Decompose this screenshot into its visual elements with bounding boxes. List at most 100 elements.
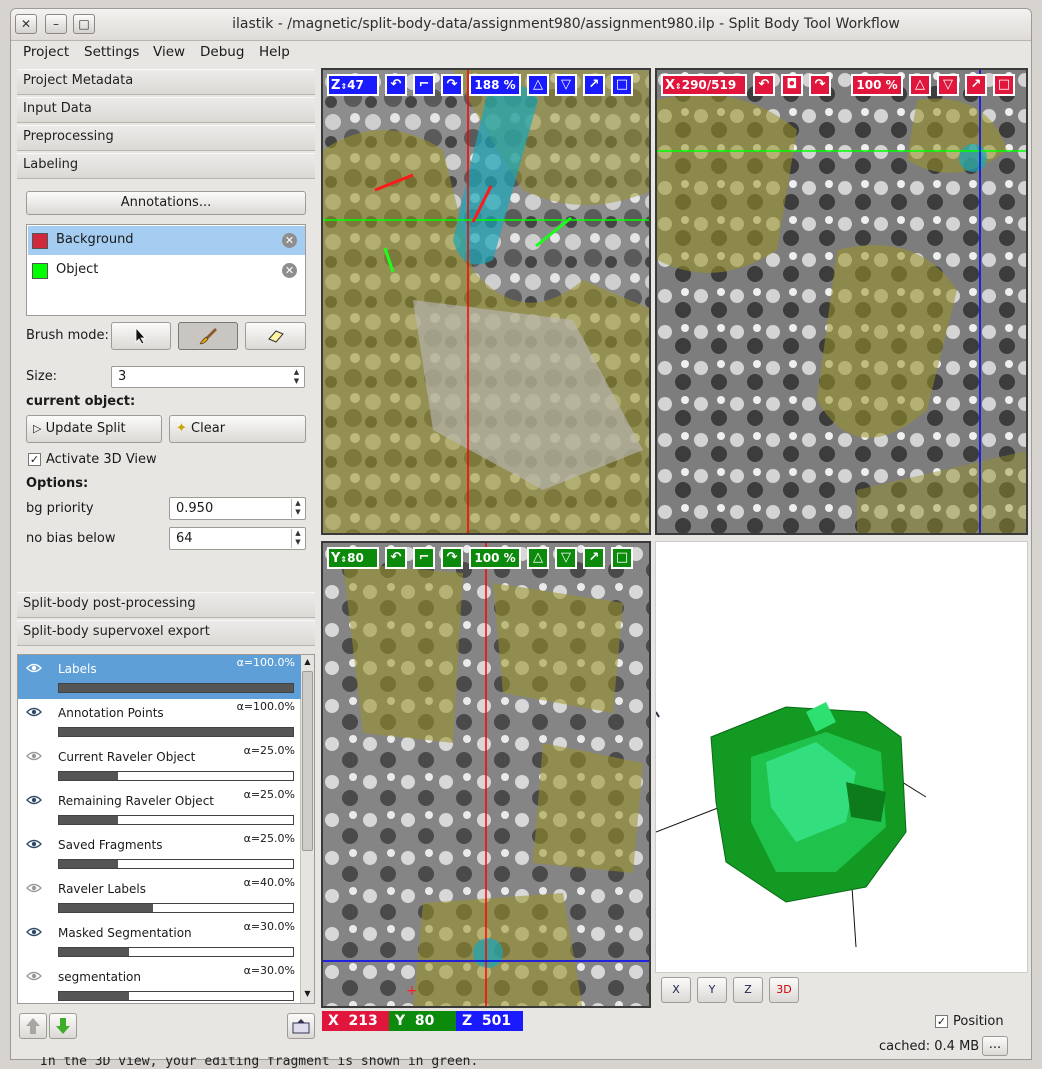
eye-icon[interactable] bbox=[26, 707, 42, 717]
slice-down-icon[interactable]: ▽ bbox=[555, 74, 577, 96]
eye-icon[interactable] bbox=[26, 971, 42, 981]
layer-opacity-slider[interactable] bbox=[58, 771, 294, 781]
applet-project-metadata[interactable]: Project Metadata bbox=[17, 69, 315, 95]
fit-view-icon[interactable]: □ bbox=[611, 74, 633, 96]
z-axis-slice-spinbox[interactable]: Z⇕47 bbox=[327, 74, 379, 96]
label-row-background[interactable]: Background ✕ bbox=[28, 226, 305, 255]
slice-down-icon[interactable]: ▽ bbox=[937, 74, 959, 96]
3d-render[interactable] bbox=[655, 542, 1029, 974]
eye-icon[interactable] bbox=[26, 839, 42, 849]
layer-opacity-slider[interactable] bbox=[58, 859, 294, 869]
x-slice-image[interactable] bbox=[657, 70, 1028, 535]
fit-view-icon[interactable]: □ bbox=[611, 547, 633, 569]
scroll-up-arrow-icon[interactable]: ▲ bbox=[302, 657, 313, 669]
move-layer-down-button[interactable] bbox=[49, 1013, 77, 1039]
swap-axes-icon[interactable]: ⌐ bbox=[413, 547, 435, 569]
update-split-button[interactable]: ▷ Update Split bbox=[26, 415, 162, 443]
label-color-swatch[interactable] bbox=[32, 263, 48, 279]
clear-button[interactable]: ✦ Clear bbox=[169, 415, 306, 443]
layer-row[interactable]: Saved Fragments α=25.0% bbox=[18, 831, 301, 875]
rotate-right-icon[interactable]: ↷ bbox=[809, 74, 831, 96]
swap-axes-icon[interactable]: ◘ bbox=[781, 74, 803, 96]
menu-settings[interactable]: Settings bbox=[84, 44, 139, 60]
scroll-down-arrow-icon[interactable]: ▼ bbox=[302, 989, 313, 1001]
cache-details-button[interactable]: ... bbox=[982, 1036, 1008, 1056]
swap-axes-icon[interactable]: ⌐ bbox=[413, 74, 435, 96]
export-layer-button[interactable] bbox=[287, 1013, 315, 1039]
brush-mode-button[interactable] bbox=[178, 322, 238, 350]
layer-opacity-slider[interactable] bbox=[58, 815, 294, 825]
layer-row[interactable]: Raveler Labels α=40.0% bbox=[18, 875, 301, 919]
view-z-axis-button[interactable]: Z bbox=[733, 977, 763, 1003]
3d-viewer[interactable] bbox=[655, 541, 1028, 973]
slice-up-icon[interactable]: △ bbox=[909, 74, 931, 96]
eye-icon[interactable] bbox=[26, 751, 42, 761]
menu-view[interactable]: View bbox=[153, 44, 185, 60]
no-bias-spinbox[interactable]: 64 ▲ ▼ bbox=[169, 527, 306, 550]
scrollbar-thumb[interactable] bbox=[302, 671, 313, 851]
maximize-view-icon[interactable]: ↗ bbox=[965, 74, 987, 96]
applet-preprocessing[interactable]: Preprocessing bbox=[17, 125, 315, 151]
maximize-view-icon[interactable]: ↗ bbox=[583, 74, 605, 96]
minimize-button[interactable]: – bbox=[45, 14, 67, 34]
view-y-axis-button[interactable]: Y bbox=[697, 977, 727, 1003]
activate-3d-checkbox[interactable]: ✓ bbox=[28, 453, 41, 466]
menu-project[interactable]: Project bbox=[23, 44, 69, 60]
layer-opacity-slider[interactable] bbox=[58, 727, 294, 737]
spin-arrows-icon[interactable]: ▲ ▼ bbox=[291, 499, 304, 518]
label-color-swatch[interactable] bbox=[32, 233, 48, 249]
delete-label-icon[interactable]: ✕ bbox=[282, 263, 297, 278]
eye-icon[interactable] bbox=[26, 883, 42, 893]
y-axis-slice-spinbox[interactable]: Y⇕80 bbox=[327, 547, 379, 569]
position-checkbox[interactable]: ✓ bbox=[935, 1015, 948, 1028]
maximize-view-icon[interactable]: ↗ bbox=[583, 547, 605, 569]
layer-opacity-slider[interactable] bbox=[58, 991, 294, 1001]
rotate-left-icon[interactable]: ↶ bbox=[753, 74, 775, 96]
eraser-mode-button[interactable] bbox=[245, 322, 306, 350]
eye-icon[interactable] bbox=[26, 663, 42, 673]
layer-row[interactable]: Remaining Raveler Object α=25.0% bbox=[18, 787, 301, 831]
y-slice-image[interactable]: + bbox=[323, 543, 651, 1008]
layer-list-scrollbar[interactable]: ▲ ▼ bbox=[300, 655, 314, 1003]
z-slice-image[interactable] bbox=[323, 70, 651, 535]
fit-view-icon[interactable]: □ bbox=[993, 74, 1015, 96]
x-axis-slice-spinbox[interactable]: X⇕290/519 bbox=[661, 74, 747, 96]
rotate-left-icon[interactable]: ↶ bbox=[385, 74, 407, 96]
annotations-button[interactable]: Annotations... bbox=[26, 191, 306, 215]
rotate-right-icon[interactable]: ↷ bbox=[441, 74, 463, 96]
spin-arrows-icon[interactable]: ▲ ▼ bbox=[291, 529, 304, 548]
layer-row[interactable]: Masked Segmentation α=30.0% bbox=[18, 919, 301, 963]
z-zoom-level[interactable]: 188 % bbox=[469, 74, 521, 96]
layer-row[interactable]: Labels α=100.0% bbox=[18, 655, 301, 699]
navigation-mode-button[interactable] bbox=[111, 322, 171, 350]
x-slice-viewer[interactable]: X⇕290/519 ↶ ◘ ↷ 100 % △ ▽ ↗ □ bbox=[655, 68, 1028, 535]
label-row-object[interactable]: Object ✕ bbox=[28, 256, 305, 285]
layer-opacity-slider[interactable] bbox=[58, 947, 294, 957]
delete-label-icon[interactable]: ✕ bbox=[282, 233, 297, 248]
layer-opacity-slider[interactable] bbox=[58, 903, 294, 913]
applet-input-data[interactable]: Input Data bbox=[17, 97, 315, 123]
eye-icon[interactable] bbox=[26, 795, 42, 805]
menu-debug[interactable]: Debug bbox=[200, 44, 244, 60]
rotate-left-icon[interactable]: ↶ bbox=[385, 547, 407, 569]
view-x-axis-button[interactable]: X bbox=[661, 977, 691, 1003]
x-zoom-level[interactable]: 100 % bbox=[851, 74, 903, 96]
y-slice-viewer[interactable]: + Y⇕80 ↶ ⌐ ↷ 100 % △ ▽ ↗ □ bbox=[321, 541, 651, 1008]
rotate-right-icon[interactable]: ↷ bbox=[441, 547, 463, 569]
applet-labeling[interactable]: Labeling bbox=[17, 153, 315, 179]
close-button[interactable]: ✕ bbox=[15, 14, 37, 34]
applet-split-body-supervoxel-export[interactable]: Split-body supervoxel export bbox=[17, 620, 315, 646]
menu-help[interactable]: Help bbox=[259, 44, 290, 60]
brush-size-select[interactable]: 3 ▲ ▼ bbox=[111, 366, 305, 388]
z-slice-viewer[interactable]: Z⇕47 ↶ ⌐ ↷ 188 % △ ▽ ↗ □ bbox=[321, 68, 651, 535]
move-layer-up-button[interactable] bbox=[19, 1013, 47, 1039]
layer-row[interactable]: Current Raveler Object α=25.0% bbox=[18, 743, 301, 787]
stereo-3d-button[interactable]: 3D bbox=[769, 977, 799, 1003]
layer-row[interactable]: segmentation α=30.0% bbox=[18, 963, 301, 1003]
slice-down-icon[interactable]: ▽ bbox=[555, 547, 577, 569]
eye-icon[interactable] bbox=[26, 927, 42, 937]
layer-row[interactable]: Annotation Points α=100.0% bbox=[18, 699, 301, 743]
layer-opacity-slider[interactable] bbox=[58, 683, 294, 693]
applet-split-body-postprocessing[interactable]: Split-body post-processing bbox=[17, 592, 315, 618]
slice-up-icon[interactable]: △ bbox=[527, 547, 549, 569]
